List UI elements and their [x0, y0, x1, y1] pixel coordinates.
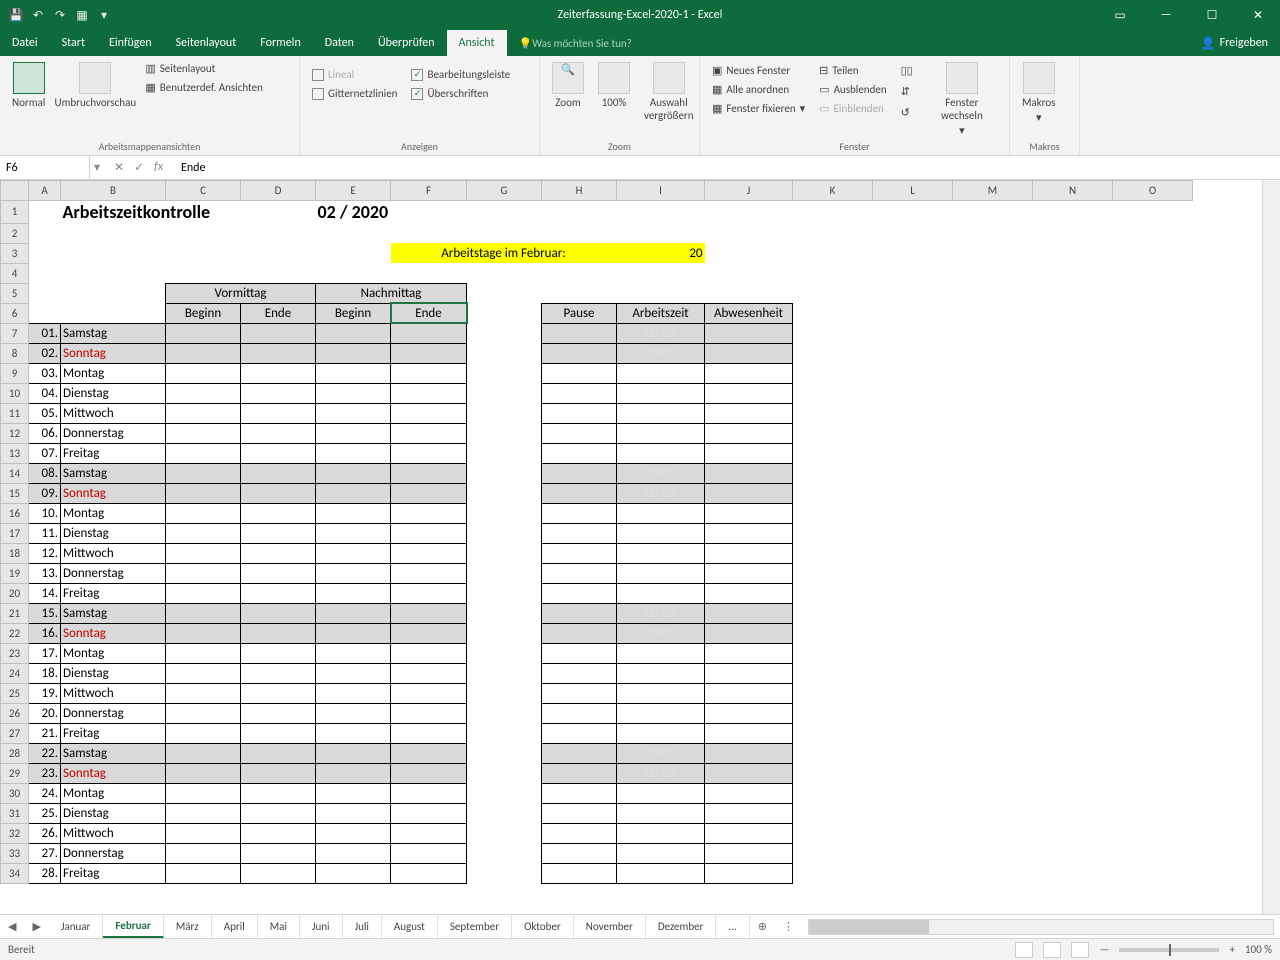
zoom-out-icon[interactable]: —	[1099, 943, 1109, 956]
share-button[interactable]: 👤 Freigeben	[1189, 30, 1280, 56]
sheet-tab[interactable]: ...	[716, 915, 749, 938]
headings-checkbox[interactable]: ✓Überschriften	[407, 85, 514, 102]
col-header[interactable]: L	[873, 181, 953, 201]
name-box[interactable]: F6	[0, 156, 90, 179]
col-header[interactable]: I	[617, 181, 705, 201]
sheet-tab[interactable]: August	[382, 915, 438, 938]
new-sheet-icon[interactable]: ⊕	[750, 920, 775, 933]
formula-bar-checkbox[interactable]: ✓Bearbeitungsleiste	[407, 66, 514, 83]
ribbon: Normal Umbruchvorschau ▥ Seitenlayout ▦ …	[0, 56, 1280, 156]
menu-formeln[interactable]: Formeln	[248, 30, 312, 56]
zoom-slider[interactable]	[1119, 948, 1219, 952]
zoom-in-icon[interactable]: +	[1229, 943, 1234, 956]
page-break-button[interactable]: Umbruchvorschau	[55, 60, 135, 111]
page-layout-button[interactable]: ▥ Seitenlayout	[141, 60, 267, 77]
sync-scroll-icon[interactable]: ⇵	[897, 83, 917, 100]
close-icon[interactable]: ✕	[1236, 0, 1280, 30]
menu-seitenlayout[interactable]: Seitenlayout	[164, 30, 249, 56]
new-window-button[interactable]: ▣ Neues Fenster	[708, 62, 809, 79]
sheet-tab[interactable]: September	[438, 915, 512, 938]
tell-me[interactable]: 💡 Was möchten Sie tun?	[507, 30, 644, 56]
col-header[interactable]: D	[241, 181, 316, 201]
status-text: Bereit	[8, 943, 35, 956]
ribbon-options-icon[interactable]: ▭	[1098, 0, 1142, 30]
col-header[interactable]: G	[467, 181, 542, 201]
minimize-icon[interactable]: —	[1144, 0, 1188, 30]
sheet-tab[interactable]: Dezember	[646, 915, 717, 938]
col-header[interactable]: K	[793, 181, 873, 201]
reset-pos-icon[interactable]: ↺	[897, 104, 917, 121]
menu-ansicht[interactable]: Ansicht	[447, 30, 507, 56]
sheet-tab[interactable]: Mai	[258, 915, 300, 938]
macros-button[interactable]: Makros ▾	[1018, 60, 1059, 126]
col-header[interactable]: C	[166, 181, 241, 201]
sheet-tab[interactable]: Januar	[49, 915, 103, 938]
zoom-level[interactable]: 100 %	[1245, 943, 1272, 956]
zoom-100-button[interactable]: 100%	[594, 60, 634, 111]
view-break-icon[interactable]	[1071, 942, 1089, 958]
formula-bar: F6 ▾ ✕ ✓ fx Ende	[0, 156, 1280, 180]
col-header[interactable]: N	[1033, 181, 1113, 201]
horizontal-scrollbar[interactable]	[808, 919, 1274, 935]
ruler-checkbox[interactable]: Lineal	[308, 66, 401, 83]
sheet-tab[interactable]: Juli	[343, 915, 382, 938]
sheet-tab[interactable]: Oktober	[512, 915, 574, 938]
custom-views-button[interactable]: ▦ Benutzerdef. Ansichten	[141, 79, 267, 96]
col-header[interactable]: F	[391, 181, 467, 201]
sheet-tab[interactable]: März	[164, 915, 212, 938]
titlebar: 💾 ↶ ↷ ▦ ▾ Zeiterfassung-Excel-2020-1 - E…	[0, 0, 1280, 30]
qa-icon[interactable]: ▦	[74, 7, 90, 23]
zoom-selection-button[interactable]: Auswahl vergrößern	[640, 60, 698, 124]
arrange-all-button[interactable]: ▦ Alle anordnen	[708, 81, 809, 98]
menu-daten[interactable]: Daten	[313, 30, 366, 56]
sheet-tabs: ◀ ▶ JanuarFebruarMärzAprilMaiJuniJuliAug…	[0, 914, 1280, 938]
zoom-button[interactable]: 🔍Zoom	[548, 60, 588, 111]
col-header[interactable]: J	[705, 181, 793, 201]
accept-formula-icon[interactable]: ✓	[134, 160, 144, 175]
sheet-tab[interactable]: April	[212, 915, 258, 938]
col-header[interactable]: E	[316, 181, 391, 201]
col-header[interactable]: B	[61, 181, 166, 201]
col-header[interactable]: A	[29, 181, 61, 201]
tab-nav-next-icon[interactable]: ▶	[24, 920, 48, 933]
window-title: Zeiterfassung-Excel-2020-1 - Excel	[558, 8, 723, 22]
menu-start[interactable]: Start	[50, 30, 97, 56]
status-bar: Bereit — + 100 %	[0, 938, 1280, 960]
menu-einfuegen[interactable]: Einfügen	[97, 30, 164, 56]
normal-view-button[interactable]: Normal	[8, 60, 49, 111]
tab-nav-prev-icon[interactable]: ◀	[0, 920, 24, 933]
redo-icon[interactable]: ↷	[52, 7, 68, 23]
fx-icon[interactable]: fx	[154, 160, 163, 175]
gridlines-checkbox[interactable]: Gitternetzlinien	[308, 85, 401, 102]
view-page-icon[interactable]	[1043, 942, 1061, 958]
maximize-icon[interactable]: ☐	[1190, 0, 1234, 30]
hide-button[interactable]: ▭ Ausblenden	[815, 81, 890, 98]
undo-icon[interactable]: ↶	[30, 7, 46, 23]
menu-ueberpruefen[interactable]: Überprüfen	[366, 30, 447, 56]
menubar: Datei Start Einfügen Seitenlayout Formel…	[0, 30, 1280, 56]
col-header[interactable]: O	[1113, 181, 1193, 201]
view-side-icon[interactable]: ▯▯	[897, 62, 917, 79]
split-button[interactable]: ⊟ Teilen	[815, 62, 890, 79]
sheet-tab[interactable]: Juni	[300, 915, 343, 938]
sheet-tab[interactable]: Februar	[103, 915, 163, 938]
cancel-formula-icon[interactable]: ✕	[114, 160, 124, 175]
vertical-scrollbar[interactable]	[1262, 180, 1280, 914]
col-header[interactable]: M	[953, 181, 1033, 201]
freeze-panes-button[interactable]: ▦ Fenster fixieren ▾	[708, 100, 809, 117]
formula-input[interactable]: Ende	[173, 161, 1280, 175]
save-icon[interactable]: 💾	[8, 7, 24, 23]
unhide-button[interactable]: ▭ Einblenden	[815, 100, 890, 117]
col-header[interactable]: H	[542, 181, 617, 201]
qa-more-icon[interactable]: ▾	[96, 7, 112, 23]
switch-windows-button[interactable]: Fenster wechseln ▾	[923, 60, 1001, 139]
menu-datei[interactable]: Datei	[0, 30, 50, 56]
view-normal-icon[interactable]	[1015, 942, 1033, 958]
sheet-tab[interactable]: November	[574, 915, 646, 938]
spreadsheet-grid[interactable]: ABCDEFGHIJKLMNO1Arbeitszeitkontrolle02 /…	[0, 180, 1193, 884]
